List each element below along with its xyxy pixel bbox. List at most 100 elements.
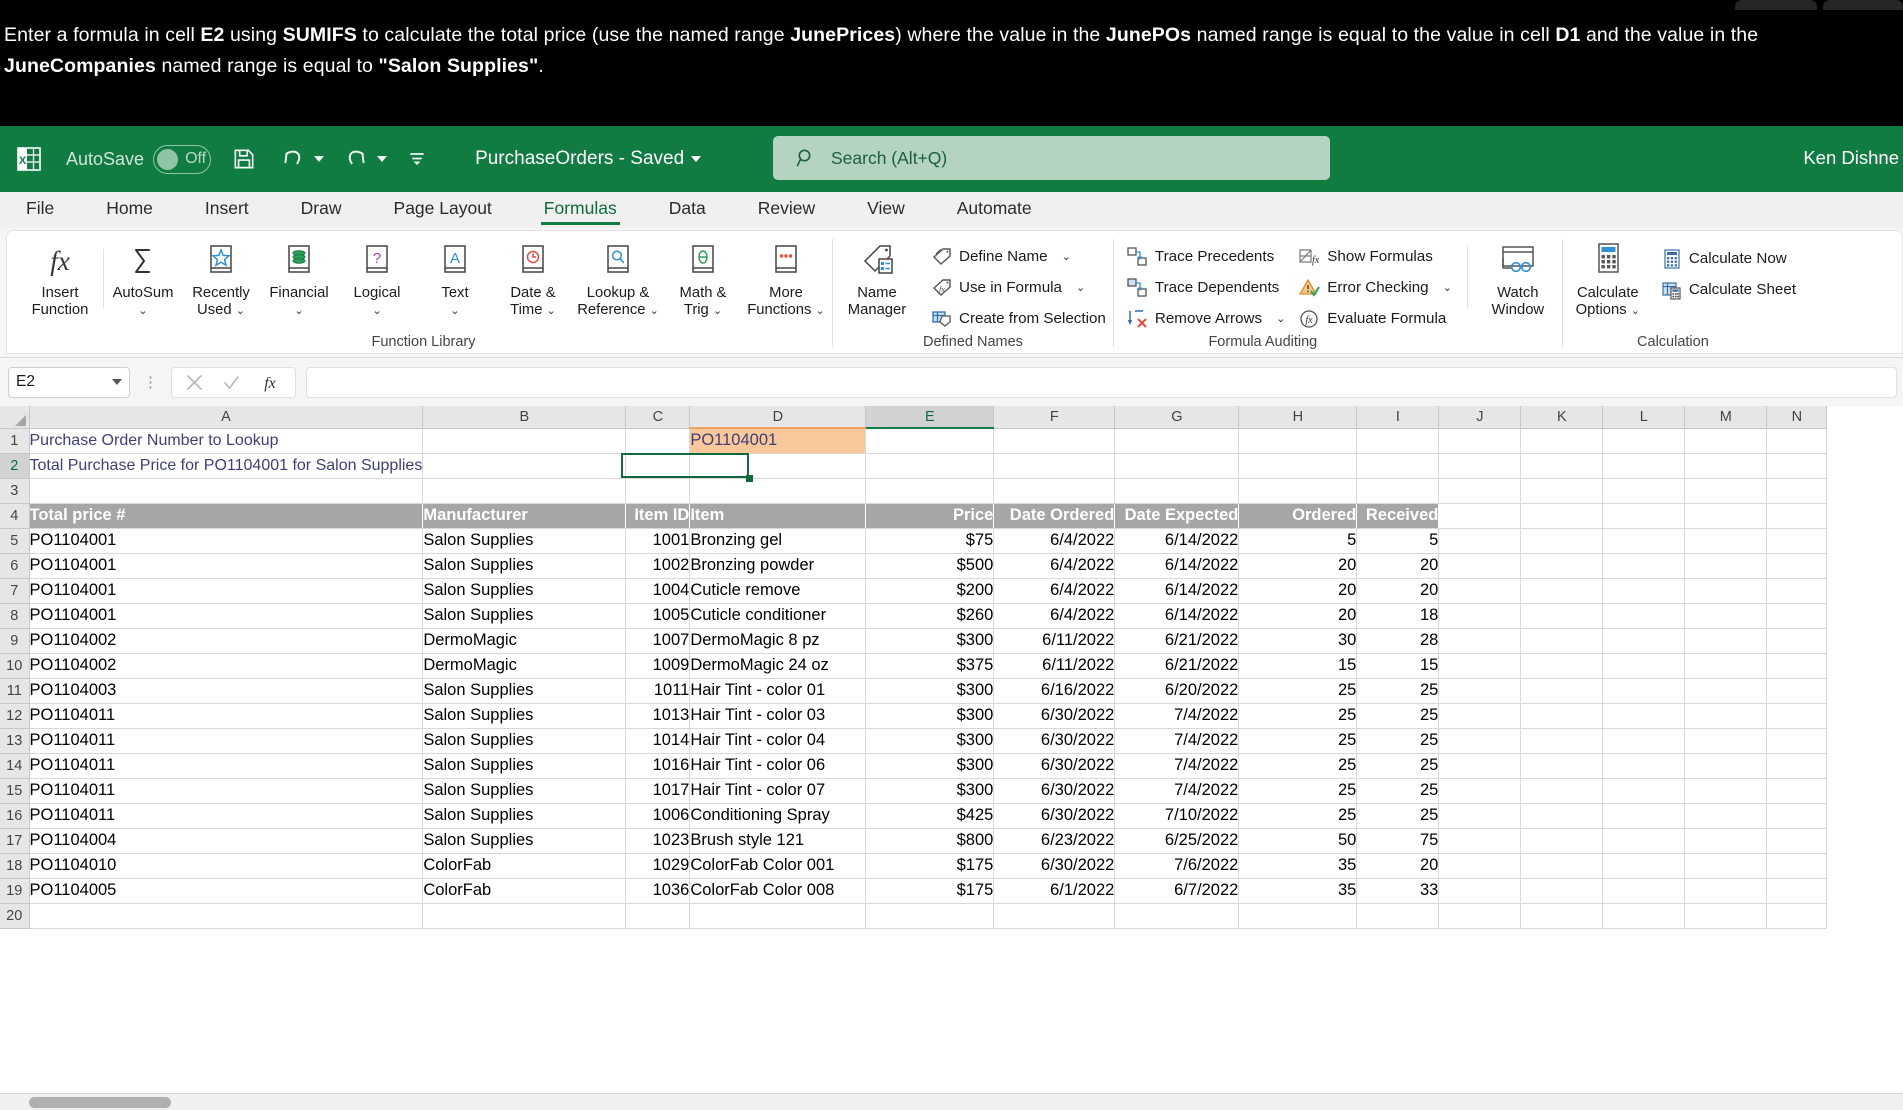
cell-L12[interactable]: [1602, 703, 1686, 729]
cell-A18[interactable]: PO1104010: [29, 853, 424, 879]
cell-G20[interactable]: [1114, 903, 1240, 929]
confirm-icon[interactable]: [222, 373, 241, 392]
cell-C7[interactable]: 1004: [625, 578, 691, 604]
cell-G16[interactable]: 7/10/2022: [1114, 803, 1240, 829]
date-time-caret[interactable]: ⌄: [547, 305, 556, 317]
cell-L6[interactable]: [1602, 553, 1686, 579]
cell-N13[interactable]: [1766, 728, 1828, 754]
cell-K1[interactable]: [1520, 428, 1604, 454]
cell-I10[interactable]: 15: [1356, 653, 1440, 679]
cell-J3[interactable]: [1438, 478, 1522, 504]
cell-L18[interactable]: [1602, 853, 1686, 879]
cell-B8[interactable]: Salon Supplies: [422, 603, 627, 629]
cell-G3[interactable]: [1114, 478, 1240, 504]
show-formulas-button[interactable]: fx Show Formulas: [1294, 241, 1457, 272]
cancel-icon[interactable]: [185, 373, 204, 392]
cell-J13[interactable]: [1438, 728, 1522, 754]
cell-F1[interactable]: [993, 428, 1116, 454]
cell-H10[interactable]: 15: [1238, 653, 1358, 679]
column-header-E[interactable]: E: [865, 406, 995, 429]
cell-D3[interactable]: [689, 478, 867, 504]
row-header-7[interactable]: 7: [0, 578, 30, 604]
cell-D16[interactable]: Conditioning Spray: [689, 803, 867, 829]
cell-D1[interactable]: PO1104001: [689, 428, 867, 454]
column-header-L[interactable]: L: [1602, 406, 1686, 429]
cell-C13[interactable]: 1014: [625, 728, 691, 754]
cell-E19[interactable]: $175: [865, 878, 995, 904]
spreadsheet-grid[interactable]: ABCDEFGHIJKLMN 1 Purchase Order Number to…: [0, 406, 1903, 1110]
trace-dependents-button[interactable]: Trace Dependents: [1122, 272, 1290, 303]
row-header-8[interactable]: 8: [0, 603, 30, 629]
formula-bar-grip[interactable]: ⋮: [143, 373, 159, 391]
cell-G4[interactable]: Date Expected: [1114, 503, 1240, 529]
cell-D9[interactable]: DermoMagic 8 pz: [689, 628, 867, 654]
cell-B7[interactable]: Salon Supplies: [422, 578, 627, 604]
cell-E8[interactable]: $260: [865, 603, 995, 629]
cell-I20[interactable]: [1356, 903, 1440, 929]
calculate-options-button[interactable]: Calculate Options ⌄: [1565, 239, 1651, 322]
row-header-15[interactable]: 15: [0, 778, 30, 804]
cell-M19[interactable]: [1684, 878, 1768, 904]
cell-D18[interactable]: ColorFab Color 001: [689, 853, 867, 879]
cell-K18[interactable]: [1520, 853, 1604, 879]
error-checking-caret[interactable]: ⌄: [1443, 281, 1452, 294]
cell-A3[interactable]: [29, 478, 424, 504]
cell-L7[interactable]: [1602, 578, 1686, 604]
cell-L14[interactable]: [1602, 753, 1686, 779]
ribbon-tab-home[interactable]: Home: [106, 198, 153, 223]
cell-A8[interactable]: PO1104001: [29, 603, 424, 629]
cell-M16[interactable]: [1684, 803, 1768, 829]
cell-L9[interactable]: [1602, 628, 1686, 654]
autosum-button[interactable]: AutoSum ⌄: [104, 239, 182, 322]
cell-N6[interactable]: [1766, 553, 1828, 579]
document-title-caret[interactable]: [691, 156, 702, 162]
cell-A12[interactable]: PO1104011: [29, 703, 424, 729]
cell-G7[interactable]: 6/14/2022: [1114, 578, 1240, 604]
ribbon-tab-view[interactable]: View: [867, 198, 905, 223]
cell-G10[interactable]: 6/21/2022: [1114, 653, 1240, 679]
cell-F16[interactable]: 6/30/2022: [993, 803, 1116, 829]
define-name-button[interactable]: Define Name ⌄: [927, 241, 1111, 272]
cell-E2[interactable]: [865, 453, 995, 479]
row-header-20[interactable]: 20: [0, 903, 30, 929]
cell-K2[interactable]: [1520, 453, 1604, 479]
cell-K10[interactable]: [1520, 653, 1604, 679]
cell-A20[interactable]: [29, 903, 424, 929]
cell-G5[interactable]: 6/14/2022: [1114, 528, 1240, 554]
cell-D13[interactable]: Hair Tint - color 04: [689, 728, 867, 754]
cell-A11[interactable]: PO1104003: [29, 678, 424, 704]
cell-L2[interactable]: [1602, 453, 1686, 479]
cell-L11[interactable]: [1602, 678, 1686, 704]
cell-A10[interactable]: PO1104002: [29, 653, 424, 679]
row-header-1[interactable]: 1: [0, 428, 30, 454]
cell-D15[interactable]: Hair Tint - color 07: [689, 778, 867, 804]
cell-C20[interactable]: [625, 903, 691, 929]
cell-G13[interactable]: 7/4/2022: [1114, 728, 1240, 754]
column-header-J[interactable]: J: [1438, 406, 1522, 429]
cell-J16[interactable]: [1438, 803, 1522, 829]
cell-K20[interactable]: [1520, 903, 1604, 929]
cell-N9[interactable]: [1766, 628, 1828, 654]
cell-L19[interactable]: [1602, 878, 1686, 904]
cell-M20[interactable]: [1684, 903, 1768, 929]
cell-G8[interactable]: 6/14/2022: [1114, 603, 1240, 629]
cell-G11[interactable]: 6/20/2022: [1114, 678, 1240, 704]
column-header-G[interactable]: G: [1114, 406, 1240, 429]
ribbon-tab-automate[interactable]: Automate: [957, 198, 1032, 223]
cell-G18[interactable]: 7/6/2022: [1114, 853, 1240, 879]
cell-I2[interactable]: [1356, 453, 1440, 479]
cell-F14[interactable]: 6/30/2022: [993, 753, 1116, 779]
horizontal-scrollbar[interactable]: [0, 1093, 1903, 1110]
cell-N4[interactable]: [1766, 503, 1828, 529]
name-manager-button[interactable]: Name Manager: [835, 239, 919, 321]
cell-K3[interactable]: [1520, 478, 1604, 504]
cell-J2[interactable]: [1438, 453, 1522, 479]
more-functions-caret[interactable]: ⌄: [816, 305, 825, 317]
cell-M2[interactable]: [1684, 453, 1768, 479]
cell-J6[interactable]: [1438, 553, 1522, 579]
cell-C12[interactable]: 1013: [625, 703, 691, 729]
cell-B13[interactable]: Salon Supplies: [422, 728, 627, 754]
cell-B4[interactable]: Manufacturer: [422, 503, 627, 529]
logical-caret[interactable]: ⌄: [372, 305, 381, 317]
cell-J8[interactable]: [1438, 603, 1522, 629]
